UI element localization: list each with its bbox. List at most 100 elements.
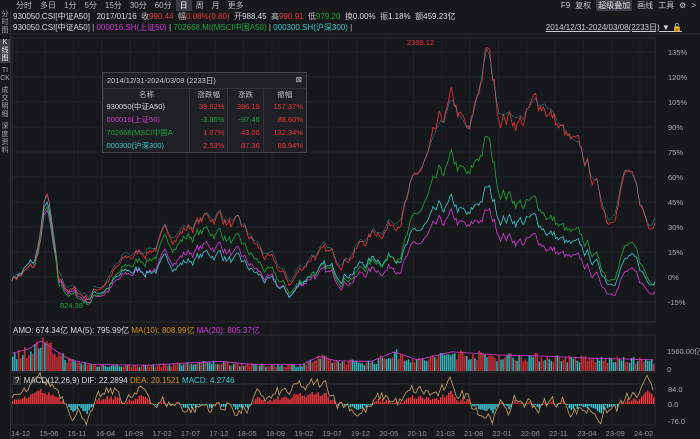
macd-bar xyxy=(550,402,553,404)
macd-bar xyxy=(492,404,494,414)
volume-bar xyxy=(158,364,161,371)
volume-bar xyxy=(164,364,167,371)
help-button[interactable]: ? xyxy=(13,376,22,385)
volume-bar xyxy=(498,354,500,371)
col-header: 振幅 xyxy=(262,89,306,100)
y-tick-label: -15% xyxy=(668,298,686,307)
volume-bar xyxy=(200,362,203,371)
volume-bar xyxy=(285,367,287,371)
volume-bar xyxy=(518,355,520,371)
volume-bar xyxy=(130,366,133,371)
volume-bar xyxy=(271,365,273,371)
volume-bar xyxy=(405,360,408,371)
macd-bar xyxy=(478,404,480,410)
volume-bar xyxy=(502,359,504,371)
macd-bar xyxy=(375,401,378,404)
volume-bar xyxy=(227,361,229,371)
table-cell: 396.19 xyxy=(227,100,264,113)
volume-bar xyxy=(118,366,120,371)
macd-bar xyxy=(126,402,129,404)
volume-bar xyxy=(425,360,428,371)
macd-bar xyxy=(263,400,265,404)
macd-bar xyxy=(393,402,396,404)
volume-bar xyxy=(299,365,301,371)
macd-bar xyxy=(359,404,362,409)
macd-bar xyxy=(582,404,585,408)
macd-bar xyxy=(409,397,412,404)
volume-bar xyxy=(112,364,114,371)
macd-bar xyxy=(289,399,291,404)
volume-bar xyxy=(233,363,235,371)
macd-bar xyxy=(442,394,444,404)
volume-bar xyxy=(60,355,62,371)
volume-bar xyxy=(618,359,621,371)
y-tick-label: 90% xyxy=(668,123,683,132)
macd-bar xyxy=(271,401,273,404)
macd-bar xyxy=(500,402,502,404)
y-tick-label: 105% xyxy=(668,98,688,107)
close-icon[interactable]: ⊠ xyxy=(296,75,302,86)
volume-bar xyxy=(578,362,581,371)
volume-bar xyxy=(253,364,255,371)
volume-bar xyxy=(391,357,394,371)
macd-bar xyxy=(472,404,474,407)
macd-bar xyxy=(68,404,70,407)
macd-bar xyxy=(28,397,30,404)
volume-bar xyxy=(28,355,30,371)
macd-bar xyxy=(385,399,388,404)
macd-bar xyxy=(319,395,321,404)
macd-bar xyxy=(198,404,201,406)
macd-bar xyxy=(102,399,104,404)
macd-bar xyxy=(532,404,534,406)
macd-bar xyxy=(349,404,352,408)
volume-bar xyxy=(480,352,482,371)
volume-bar xyxy=(385,358,388,371)
volume-bar xyxy=(508,353,510,371)
macd-bar xyxy=(273,399,275,404)
volume-bar xyxy=(460,350,462,371)
macd-bar xyxy=(56,396,58,404)
macd-bar xyxy=(427,397,430,404)
volume-bar xyxy=(275,367,277,371)
macd-bar xyxy=(423,399,426,404)
volume-bar xyxy=(500,359,502,371)
macd-bar xyxy=(484,404,486,411)
y-tick-label: 60% xyxy=(668,173,683,182)
macd-bar xyxy=(186,404,189,408)
macd-bar xyxy=(602,404,605,410)
macd-bar xyxy=(239,404,241,408)
volume-bar xyxy=(190,363,193,371)
macd-axis-label: -76.0 xyxy=(668,417,685,426)
volume-bar xyxy=(570,357,573,371)
macd-bar xyxy=(494,404,496,410)
volume-bar xyxy=(542,360,544,371)
volume-bar xyxy=(407,359,410,371)
macd-bar xyxy=(182,404,185,408)
macd-bar xyxy=(343,404,346,406)
macd-bar xyxy=(261,399,263,404)
table-cell: 89.94% xyxy=(262,139,306,152)
volume-bar xyxy=(524,359,526,371)
volume-bar xyxy=(526,361,528,371)
volume-bar xyxy=(596,357,599,371)
volume-bar xyxy=(92,364,94,371)
macd-bar xyxy=(435,398,438,404)
x-tick-label: 17-02 xyxy=(153,429,172,438)
volume-bar xyxy=(433,357,436,371)
volume-bar xyxy=(257,365,259,371)
macd-bar xyxy=(138,395,141,404)
macd-bar xyxy=(363,404,366,406)
volume-bar xyxy=(373,363,376,371)
x-tick-label: 14-12 xyxy=(11,429,30,438)
macd-bar xyxy=(208,404,211,408)
volume-bar xyxy=(409,362,412,371)
macd-bar xyxy=(624,401,627,404)
macd-bar xyxy=(253,401,255,404)
macd-bar xyxy=(269,400,271,404)
volume-bar xyxy=(247,363,249,371)
volume-bar xyxy=(313,361,315,371)
volume-bar xyxy=(349,359,352,371)
macd-bar xyxy=(32,393,34,404)
macd-bar xyxy=(58,397,60,404)
macd-bar xyxy=(297,394,299,404)
